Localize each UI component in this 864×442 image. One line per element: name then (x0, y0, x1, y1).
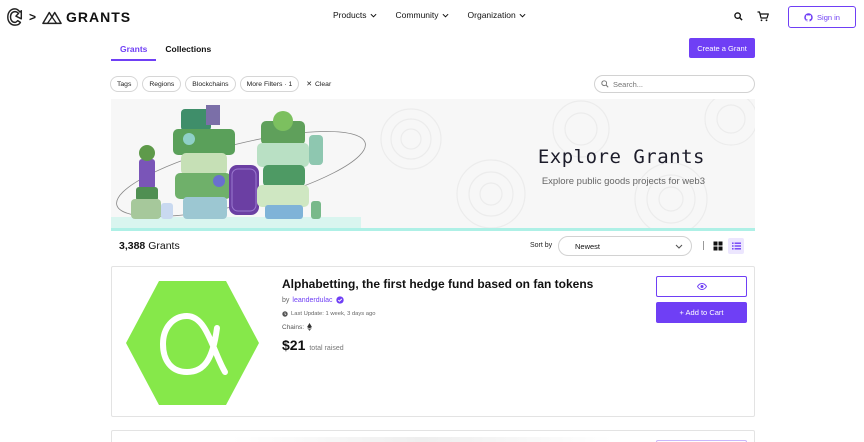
menu-products-label: Products (333, 10, 367, 20)
search-icon (601, 80, 609, 88)
grant-author-link[interactable]: leanderdulac (292, 297, 332, 304)
results-count-number: 3,388 (119, 240, 146, 252)
grant-amount-label: total raised (309, 345, 344, 352)
add-to-cart-button[interactable]: + Add to Cart (656, 302, 747, 323)
menu-organization-label: Organization (467, 10, 516, 20)
close-icon: ✕ (306, 81, 312, 88)
banner-subtitle: Explore public goods projects for web3 (541, 176, 705, 187)
sort-by-label: Sort by (530, 242, 553, 249)
filter-chip-more-filters[interactable]: More Filters · 1 (239, 76, 300, 92)
verified-badge-icon (335, 296, 344, 304)
grant-last-update: Last Update: 1 week, 3 days ago (282, 311, 375, 317)
clear-filters-button[interactable]: ✕ Clear (303, 80, 332, 89)
chevron-down-icon (442, 13, 449, 18)
create-grant-button[interactable]: Create a Grant (689, 38, 755, 58)
brand-name: GRANTS (66, 9, 132, 25)
banner-title: Explore Grants (537, 146, 705, 168)
grant-author: by leanderdulac (282, 296, 344, 304)
ethereum-icon (307, 323, 312, 331)
menu-community-label: Community (395, 10, 439, 20)
filter-chip-regions[interactable]: Regions (142, 76, 182, 92)
clear-filters-label: Clear (314, 80, 332, 88)
gitcoin-logo-icon[interactable] (6, 7, 24, 27)
main-menu: Products Community Organization (333, 10, 526, 20)
filter-chip-blockchains[interactable]: Blockchains (185, 76, 236, 92)
view-grant-button[interactable] (656, 276, 747, 297)
view-toggle-divider (703, 241, 704, 250)
chevron-down-icon (519, 13, 526, 18)
results-count: 3,388 Grants (119, 240, 180, 252)
search-icon[interactable] (734, 12, 743, 21)
eye-icon (696, 283, 707, 290)
tab-collections[interactable]: Collections (156, 38, 220, 61)
chevron-down-icon (370, 13, 377, 18)
grant-last-update-text: Last Update: 1 week, 3 days ago (291, 311, 376, 317)
grant-title[interactable]: Alphabetting, the first hedge fund based… (282, 277, 593, 291)
grant-card[interactable]: Alphabetting, the first hedge fund based… (111, 266, 755, 417)
banner-illustration-image (111, 105, 366, 229)
list-view-icon (731, 242, 741, 250)
menu-community[interactable]: Community (396, 10, 449, 20)
sign-in-label: Sign in (817, 12, 840, 22)
grid-view-icon[interactable] (713, 241, 723, 251)
grant-chains: Chains: (282, 323, 312, 331)
grants-mountain-icon (42, 11, 62, 25)
menu-organization[interactable]: Organization (468, 10, 526, 20)
grant-card-next[interactable] (111, 430, 755, 442)
menu-products[interactable]: Products (333, 10, 377, 20)
explore-banner: Explore Grants Explore public goods proj… (111, 99, 755, 229)
filter-bar: Tags Regions Blockchains More Filters · … (110, 76, 331, 92)
grant-total-raised: $21 total raised (282, 337, 344, 353)
grant-logo-image[interactable] (125, 280, 260, 406)
banner-divider (111, 228, 755, 231)
tab-bar: Grants Collections (111, 38, 220, 61)
grant-card-next-content (232, 437, 612, 442)
sign-in-button[interactable]: Sign in (788, 6, 856, 28)
chevron-down-icon (675, 244, 683, 249)
filter-chip-tags[interactable]: Tags (110, 76, 139, 92)
grant-chains-label: Chains: (282, 323, 305, 331)
search-input[interactable] (613, 79, 743, 89)
tab-grants[interactable]: Grants (111, 38, 157, 61)
sort-select-value: Newest (575, 241, 601, 251)
sort-select[interactable]: Newest (558, 236, 692, 256)
cart-icon[interactable] (757, 11, 769, 22)
grant-amount: $21 (282, 337, 306, 353)
results-count-label: Grants (148, 240, 180, 252)
grant-author-prefix: by (282, 296, 290, 304)
clock-icon (282, 311, 288, 317)
search-field[interactable] (594, 75, 755, 93)
list-view-button[interactable] (728, 238, 744, 254)
breadcrumb-separator-icon: > (29, 10, 37, 24)
top-navbar: > GRANTS Products Community Organization (0, 0, 864, 34)
brand[interactable]: > GRANTS (6, 6, 131, 28)
github-icon (804, 12, 813, 22)
